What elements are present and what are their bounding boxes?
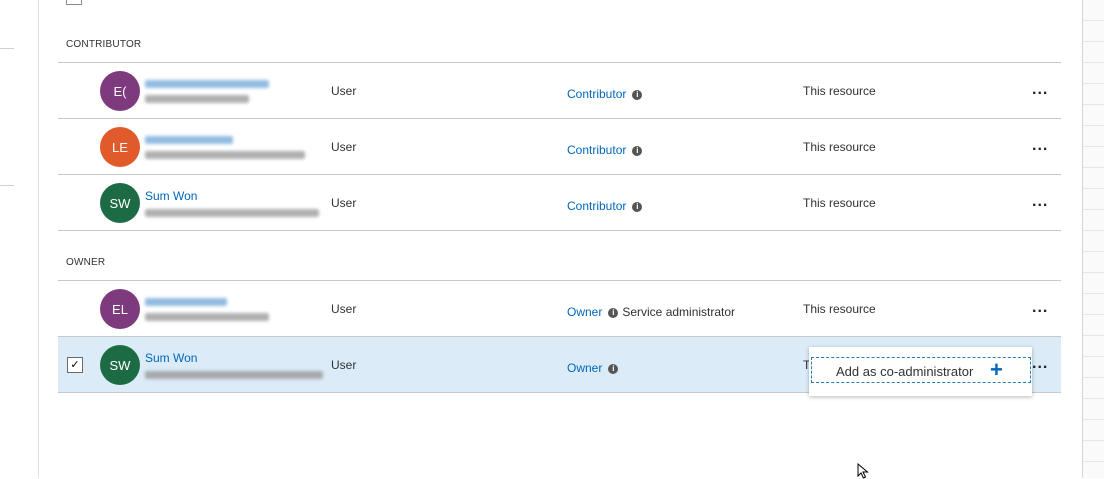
avatar: E( xyxy=(100,71,140,111)
role-cell: Contributor i xyxy=(567,199,643,213)
mouse-cursor-icon xyxy=(857,463,869,479)
role-cell: Contributor i xyxy=(567,87,643,101)
table-row[interactable]: LE User Contributor i This resource ... xyxy=(58,119,1061,174)
principal-type: User xyxy=(331,358,357,372)
table-row[interactable]: EL User Owner i Service administrator This… xyxy=(58,281,1061,336)
table-row[interactable]: E( User Contributor i This resource ... xyxy=(58,63,1061,118)
group-header-owner: OWNER xyxy=(66,257,106,268)
principal-type: User xyxy=(331,84,357,98)
avatar: EL xyxy=(100,289,140,329)
info-icon[interactable]: i xyxy=(632,89,643,100)
principal-type: User xyxy=(331,140,357,154)
role-link[interactable]: Contributor xyxy=(567,143,626,157)
principal-name[interactable]: Sum Won xyxy=(145,189,197,203)
more-options-button[interactable]: ... xyxy=(1032,193,1048,211)
scope: This resource xyxy=(803,196,876,210)
plus-icon: + xyxy=(990,357,1003,382)
role-link[interactable]: Contributor xyxy=(567,87,626,101)
background-blade xyxy=(1082,0,1104,478)
avatar: LE xyxy=(100,127,140,167)
divider xyxy=(58,230,1061,231)
more-options-button[interactable]: ... xyxy=(1032,355,1048,373)
role-note: Service administrator xyxy=(622,305,736,319)
role-link[interactable]: Contributor xyxy=(567,199,626,213)
redacted-name xyxy=(145,136,233,144)
context-menu: Add as co-administrator + xyxy=(809,347,1032,396)
redacted-email xyxy=(145,151,305,159)
info-icon[interactable]: i xyxy=(632,145,643,156)
more-options-button[interactable]: ... xyxy=(1032,299,1048,317)
role-link[interactable]: Owner xyxy=(567,361,602,375)
principal-type: User xyxy=(331,302,357,316)
avatar: SW xyxy=(100,345,140,385)
divider xyxy=(0,185,14,186)
info-icon[interactable]: i xyxy=(632,201,643,212)
add-co-administrator-item[interactable]: Add as co-administrator + xyxy=(811,357,1031,383)
select-all-checkbox[interactable] xyxy=(66,0,82,5)
redacted-email xyxy=(145,371,323,379)
role-cell: Owner i xyxy=(567,361,619,375)
redacted-email xyxy=(145,313,269,321)
role-cell: Owner i Service administrator xyxy=(567,305,735,319)
scope: This resource xyxy=(803,302,876,316)
role-link[interactable]: Owner xyxy=(567,305,602,319)
info-icon[interactable]: i xyxy=(608,363,619,374)
principal-type: User xyxy=(331,196,357,210)
role-cell: Contributor i xyxy=(567,143,643,157)
redacted-name xyxy=(145,80,269,88)
scope: This resource xyxy=(803,84,876,98)
redacted-name xyxy=(145,298,227,306)
more-options-button[interactable]: ... xyxy=(1032,137,1048,155)
redacted-email xyxy=(145,209,319,217)
left-blade-strip xyxy=(0,0,39,478)
scope: This resource xyxy=(803,140,876,154)
table-row[interactable]: SW Sum Won User Contributor i This resour… xyxy=(58,175,1061,230)
menu-item-label: Add as co-administrator xyxy=(836,364,974,379)
avatar: SW xyxy=(100,183,140,223)
row-checkbox[interactable]: ✓ xyxy=(67,357,83,373)
divider xyxy=(0,48,14,49)
redacted-email xyxy=(145,95,249,103)
info-icon[interactable]: i xyxy=(608,307,619,318)
principal-name[interactable]: Sum Won xyxy=(145,351,197,365)
more-options-button[interactable]: ... xyxy=(1032,81,1048,99)
group-header-contributor: CONTRIBUTOR xyxy=(66,39,142,50)
